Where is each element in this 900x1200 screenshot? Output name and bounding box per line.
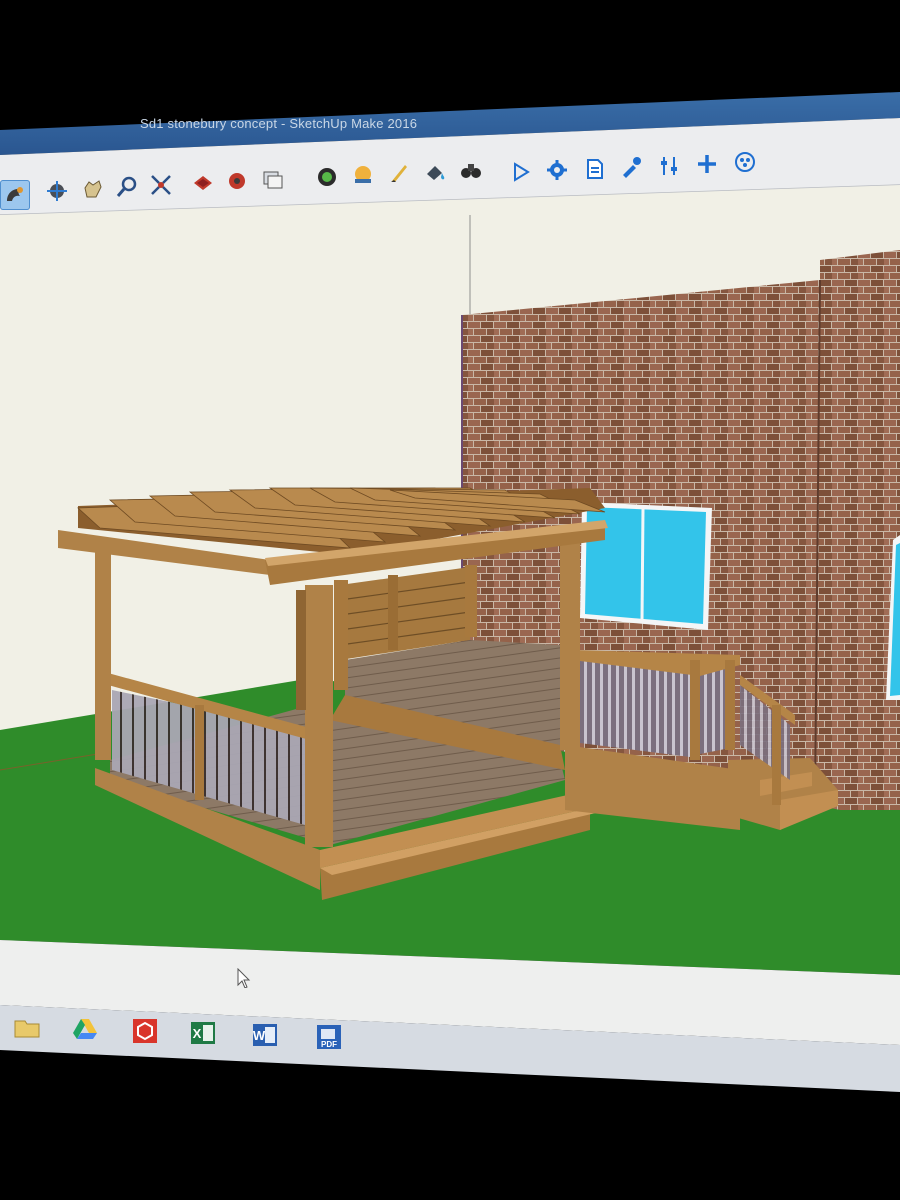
monitor-photo: Sd1 stonebury concept - SketchUp Make 20…: [0, 0, 900, 1200]
binoculars-icon[interactable]: [456, 155, 486, 185]
zoom-extents-icon[interactable]: [146, 170, 176, 200]
layout-icon[interactable]: [258, 164, 288, 194]
orbit-tool-icon[interactable]: [0, 180, 30, 210]
pdf-label: PDF: [321, 1040, 337, 1049]
mouse-cursor-icon: [237, 967, 251, 993]
paint-bucket-icon[interactable]: [420, 157, 450, 187]
circle-pattern-icon[interactable]: [730, 147, 760, 177]
file-explorer-icon[interactable]: [10, 1010, 44, 1044]
hand-tool-icon[interactable]: [78, 174, 108, 204]
sliders-icon[interactable]: [654, 151, 684, 181]
google-drive-icon[interactable]: [68, 1012, 102, 1046]
walk-icon[interactable]: [384, 158, 414, 188]
word-icon[interactable]: W: [248, 1018, 282, 1052]
zoom-tool-icon[interactable]: [112, 172, 142, 202]
pdf-app-icon[interactable]: PDF: [312, 1020, 346, 1054]
window-title: Sd1 stonebury concept - SketchUp Make 20…: [140, 116, 418, 131]
pan-tool-icon[interactable]: [42, 176, 72, 206]
excel-icon[interactable]: X: [186, 1016, 220, 1050]
3d-warehouse-icon[interactable]: [188, 168, 218, 198]
settings-gear-icon[interactable]: [542, 155, 572, 185]
plus-icon[interactable]: [692, 149, 722, 179]
word-letter: W: [253, 1028, 266, 1043]
extension-warehouse-icon[interactable]: [222, 166, 252, 196]
play-icon[interactable]: [506, 157, 536, 187]
look-around-icon[interactable]: [348, 160, 378, 190]
position-camera-icon[interactable]: [312, 162, 342, 192]
eyedropper-icon[interactable]: [616, 152, 646, 182]
excel-letter: X: [193, 1026, 202, 1041]
sketchup-icon[interactable]: [128, 1014, 162, 1048]
document-icon[interactable]: [580, 154, 610, 184]
